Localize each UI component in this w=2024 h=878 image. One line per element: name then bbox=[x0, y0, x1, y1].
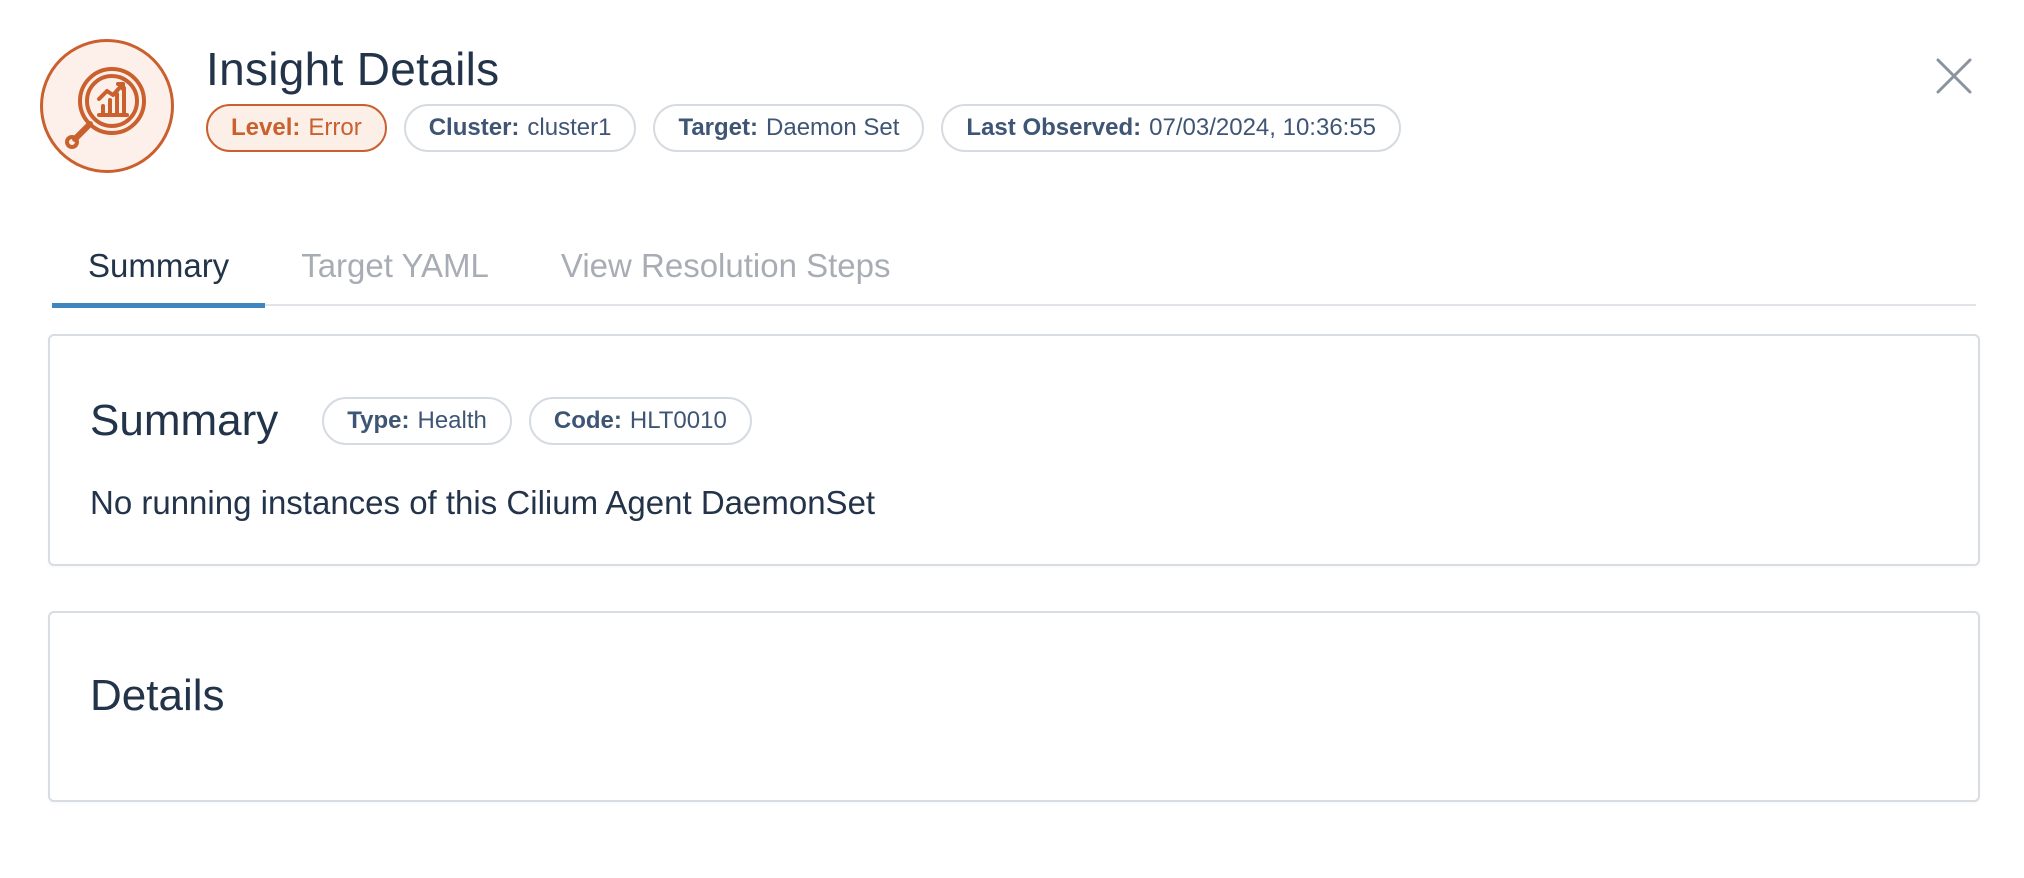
tab-bar: Summary Target YAML View Resolution Step… bbox=[52, 226, 1976, 308]
modal-title: Insight Details bbox=[206, 43, 500, 95]
summary-heading-row: Summary Type: Health Code: HLT0010 bbox=[90, 396, 752, 446]
last-observed-badge: Last Observed: 07/03/2024, 10:36:55 bbox=[941, 104, 1402, 152]
summary-description: No running instances of this Cilium Agen… bbox=[90, 484, 876, 521]
insight-chart-magnifier-icon bbox=[40, 39, 174, 173]
details-card-title: Details bbox=[90, 671, 225, 720]
target-badge: Target: Daemon Set bbox=[653, 104, 925, 152]
cluster-label: Cluster: bbox=[428, 114, 520, 141]
level-badge: Level: Error bbox=[206, 104, 387, 152]
tab-target-yaml[interactable]: Target YAML bbox=[265, 226, 525, 306]
header-tags: Level: Error Cluster: cluster1 Target: D… bbox=[206, 104, 1402, 152]
cluster-badge: Cluster: cluster1 bbox=[403, 104, 637, 152]
level-value: Error bbox=[308, 114, 362, 141]
summary-card: Summary Type: Health Code: HLT0010 No ru… bbox=[48, 334, 1980, 566]
code-value: HLT0010 bbox=[629, 407, 727, 434]
last-observed-label: Last Observed: bbox=[966, 114, 1142, 141]
type-badge: Type: Health bbox=[322, 397, 512, 445]
level-label: Level: bbox=[231, 114, 301, 141]
details-card: Details bbox=[48, 611, 1980, 802]
last-observed-value: 07/03/2024, 10:36:55 bbox=[1149, 114, 1377, 141]
type-value: Health bbox=[417, 407, 487, 434]
target-value: Daemon Set bbox=[766, 114, 900, 141]
target-label: Target: bbox=[678, 114, 759, 141]
tab-summary[interactable]: Summary bbox=[52, 226, 266, 308]
summary-tags: Type: Health Code: HLT0010 bbox=[322, 397, 752, 445]
code-label: Code: bbox=[553, 407, 622, 434]
close-icon[interactable] bbox=[1932, 54, 1976, 98]
tab-view-resolution-steps[interactable]: View Resolution Steps bbox=[525, 226, 927, 306]
summary-card-title: Summary bbox=[90, 396, 279, 445]
code-badge: Code: HLT0010 bbox=[528, 397, 752, 445]
type-label: Type: bbox=[347, 407, 410, 434]
insight-details-modal: Insight Details Level: Error Cluster: cl… bbox=[0, 0, 2024, 878]
cluster-value: cluster1 bbox=[527, 114, 612, 141]
